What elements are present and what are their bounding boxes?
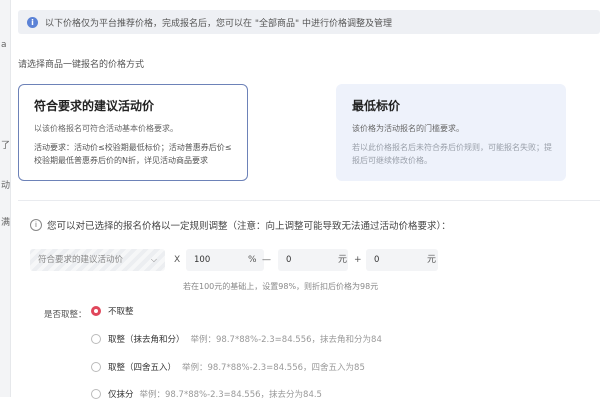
card-title: 最低标价 <box>352 99 401 113</box>
plus-operator: + <box>354 255 362 265</box>
base-price-select-value: 符合要求的建议活动价 <box>38 255 124 265</box>
rounding-option-floor[interactable]: 取整（抹去角和分） 举例：98.7*88%-2.3=84.556，抹去角和分为8… <box>91 333 382 345</box>
info-icon: i <box>27 16 38 28</box>
radio-example: 举例：98.7*88%-2.3=84.556，四舍五入为85 <box>182 363 365 373</box>
sidebar-fragment: a <box>1 40 7 50</box>
price-formula-row: 符合要求的建议活动价 ⌵ X 100 % — 0 元 + 0 元 <box>0 249 600 271</box>
radio-button[interactable] <box>91 362 101 372</box>
yuan-unit: 元 <box>338 255 348 265</box>
price-notice-banner: i 以下价格仅为平台推荐价格，完成报名后，您可以在 "全部商品" 中进行价格调整… <box>18 10 600 34</box>
card-requirement: 若以此价格报名后未符合券后价规则，可能报名失败；提报后可继续修改价格。 <box>352 143 552 165</box>
radio-button[interactable] <box>91 306 101 316</box>
chevron-down-icon: ⌵ <box>150 255 157 264</box>
section-divider <box>18 200 600 201</box>
percent-unit: % <box>248 255 257 265</box>
multiply-operator: X <box>174 255 181 265</box>
radio-label: 仅抹分 <box>108 390 134 400</box>
card-title: 符合要求的建议活动价 <box>34 99 155 113</box>
sidebar-fragment: 满 <box>1 218 11 228</box>
adjust-note-text: 您可以对已选择的报名价格以一定规则调整（注意：向上调整可能导致无法通过活动价格要… <box>47 221 451 232</box>
yuan-unit: 元 <box>427 255 437 265</box>
card-description: 以该价格报名可符合活动基本价格要求。 <box>34 124 178 133</box>
sidebar-fragment: 了 <box>1 141 11 151</box>
option-card-suggested-price[interactable]: 符合要求的建议活动价 以该价格报名可符合活动基本价格要求。 活动要求：活动价≤校… <box>18 84 248 181</box>
radio-label: 取整（四舍五入） <box>108 363 177 373</box>
formula-hint: 若在100元的基础上，设置98%，则折扣后价格为98元 <box>183 282 379 291</box>
left-sidebar-edge: a 了 动 满 <box>0 0 11 397</box>
base-price-select[interactable]: 符合要求的建议活动价 ⌵ <box>30 249 165 271</box>
rounding-option-round[interactable]: 取整（四舍五入） 举例：98.7*88%-2.3=84.556，四舍五入为85 <box>91 361 365 373</box>
radio-example: 举例：98.7*88%-2.3=84.556，抹去分为84.5 <box>139 390 322 400</box>
price-method-label: 请选择商品一键报名的价格方式 <box>18 60 145 70</box>
radio-example: 举例：98.7*88%-2.3=84.556，抹去角和分为84 <box>190 335 382 345</box>
radio-button[interactable] <box>91 334 101 344</box>
notice-text: 以下价格仅为平台推荐价格，完成报名后，您可以在 "全部商品" 中进行价格调整及管… <box>45 18 393 29</box>
sidebar-fragment: 动 <box>1 181 11 191</box>
info-circle-icon: i <box>30 219 42 231</box>
rounding-option-fen[interactable]: 仅抹分 举例：98.7*88%-2.3=84.556，抹去分为84.5 <box>91 388 322 400</box>
radio-label: 取整（抹去角和分） <box>108 335 185 345</box>
rounding-option-none[interactable]: 不取整 <box>91 305 134 317</box>
minus-operator: — <box>262 255 271 265</box>
card-description: 该价格为活动报名的门槛要求。 <box>352 124 464 133</box>
adjust-rule-note: i 您可以对已选择的报名价格以一定规则调整（注意：向上调整可能导致无法通过活动价… <box>30 218 451 232</box>
radio-label: 不取整 <box>108 307 134 317</box>
card-requirement: 活动要求：活动价≤校验期最低标价；活动普惠券后价≤校验期最低普惠券后价的N折，详… <box>34 143 232 165</box>
option-card-lowest-price[interactable]: 最低标价 该价格为活动报名的门槛要求。 若以此价格报名后未符合券后价规则，可能报… <box>336 84 566 181</box>
rounding-label: 是否取整： <box>44 310 87 320</box>
radio-button[interactable] <box>91 389 101 399</box>
